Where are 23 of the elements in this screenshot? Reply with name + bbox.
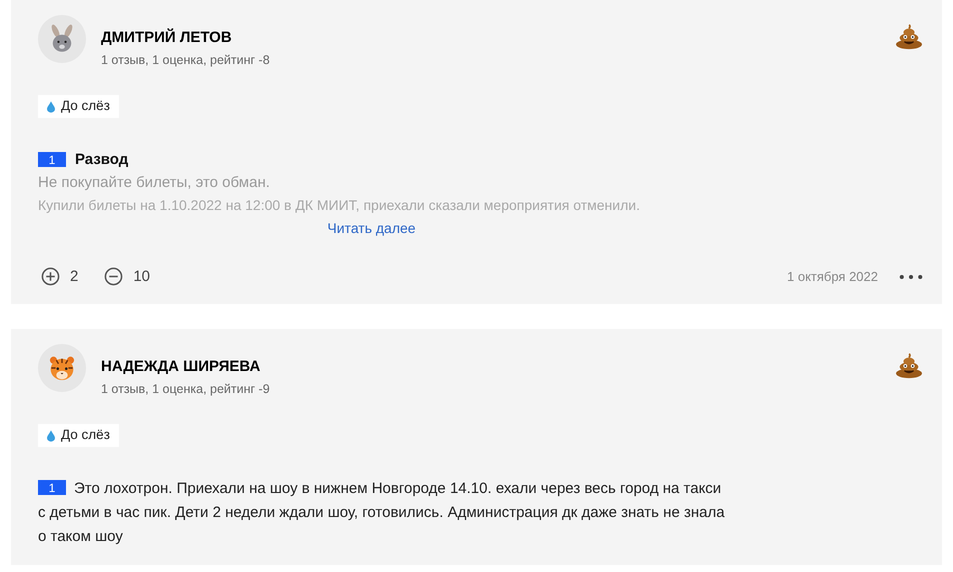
tag-chip: До слёз [38,95,119,118]
poo-emoji-icon[interactable] [894,24,924,50]
upvote-button[interactable]: 2 [41,266,78,288]
number-badge: 1 [38,480,66,495]
review-text-faded: Купили билеты на 1.10.2022 на 12:00 в ДК МИИТ, приехали сказали мероприятия отменили. [38,196,641,215]
review-title: Развод [75,150,128,170]
reviewer-name[interactable]: ДМИТРИЙ ЛЕТОВ [101,28,270,48]
review-text: 1 Это лохотрон. Приехали на шоу в нижнем Новгороде 14.10. ехали через весь город на такси с детьми в час пик. Дети 2 недели ждали шоу, готовились. Администрация дк даже знать не знала о таком шоу [38,478,726,546]
number-badge: 1 [38,152,66,167]
water-drop-icon [47,100,55,112]
reviewer-stats: 1 отзыв, 1 оценка, рейтинг -8 [101,52,270,69]
more-dots-icon[interactable] [899,274,923,280]
downvote-button[interactable]: 10 [104,266,150,288]
plus-circle-icon [41,267,60,286]
poo-emoji-icon[interactable] [894,353,924,379]
review-date: 1 октября 2022 [787,268,878,286]
water-drop-icon [47,430,55,442]
minus-circle-icon [104,267,124,286]
reviewer-name[interactable]: НАДЕЖДА ШИРЯЕВА [101,357,270,377]
read-more-link[interactable]: Читать далее [327,218,416,238]
tag-chip: До слёз [38,424,119,447]
review-text: Не покупайте билеты, это обман. [38,172,271,192]
reviewer-stats: 1 отзыв, 1 оценка, рейтинг -9 [101,381,270,398]
